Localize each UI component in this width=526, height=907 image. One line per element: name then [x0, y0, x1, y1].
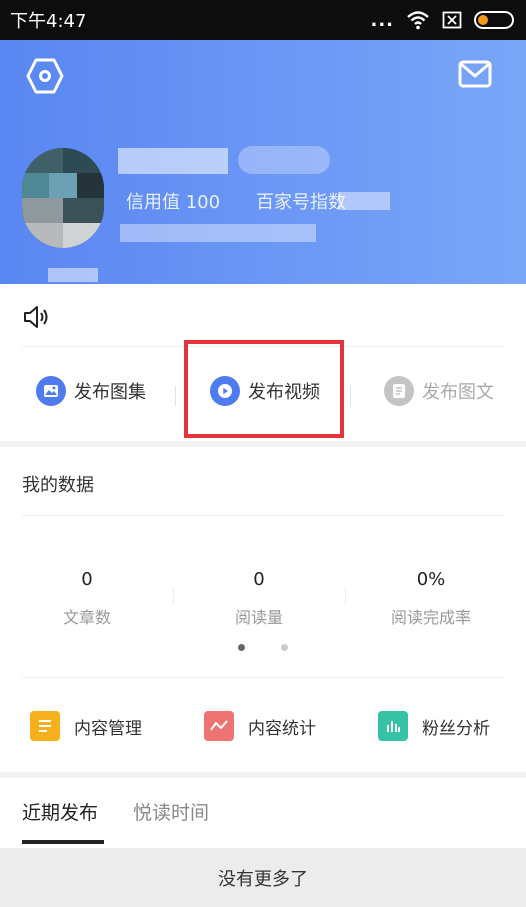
stat-articles[interactable]: 0 文章数	[2, 569, 172, 628]
page-indicator-active[interactable]	[238, 644, 245, 651]
fans-analysis-button[interactable]: 粉丝分析	[378, 711, 490, 741]
battery-icon	[474, 11, 514, 29]
content-stats-icon	[204, 711, 234, 741]
badge-blurred	[48, 268, 98, 282]
my-data-title: 我的数据	[22, 475, 94, 496]
mail-icon[interactable]	[458, 60, 492, 88]
content-management-button[interactable]: 内容管理	[30, 711, 142, 741]
status-bar: 下午4:47 ...	[0, 0, 526, 40]
publish-gallery-label: 发布图集	[74, 382, 146, 403]
separator	[350, 386, 351, 406]
fans-analysis-label: 粉丝分析	[422, 718, 490, 739]
speaker-icon[interactable]	[22, 304, 50, 330]
username-blurred	[118, 148, 228, 174]
content-management-label: 内容管理	[74, 718, 142, 739]
tab-recent-publish[interactable]: 近期发布	[22, 798, 98, 825]
stat-value: 0	[81, 569, 93, 590]
credit-score: 信用值 100	[126, 192, 221, 213]
fans-analysis-icon	[378, 711, 408, 741]
baijia-index[interactable]: 百家号指数	[256, 188, 346, 214]
no-sim-icon	[442, 11, 462, 29]
separator	[175, 386, 176, 406]
no-more-text: 没有更多了	[218, 868, 308, 890]
divider	[22, 515, 504, 516]
status-icons: ...	[370, 10, 514, 31]
content-stats-button[interactable]: 内容统计	[204, 711, 316, 741]
more-dots: ...	[370, 9, 394, 31]
no-more-footer: 没有更多了	[0, 848, 526, 907]
settings-hexagon-icon[interactable]	[26, 57, 64, 95]
image-icon	[36, 376, 66, 406]
wifi-icon	[407, 11, 429, 30]
stat-reads[interactable]: 0 阅读量	[174, 569, 344, 628]
publish-article-button[interactable]: 发布图文	[384, 376, 494, 406]
recent-card: 近期发布 悦读时间	[0, 778, 526, 848]
publish-gallery-button[interactable]: 发布图集	[36, 376, 146, 406]
divider	[22, 677, 504, 678]
baijia-value-blurred	[338, 192, 390, 210]
page-indicator[interactable]	[281, 644, 288, 651]
stat-label: 阅读完成率	[390, 608, 471, 627]
status-time: 下午4:47	[10, 11, 87, 32]
stat-value: 0	[253, 569, 265, 590]
content-stats-label: 内容统计	[248, 718, 316, 739]
stat-completion-rate[interactable]: 0% 阅读完成率	[346, 569, 516, 628]
intro-blurred	[120, 224, 316, 242]
stat-value: 0%	[416, 569, 446, 590]
tab-reading-time[interactable]: 悦读时间	[133, 798, 209, 825]
tab-underline	[22, 840, 104, 844]
stat-label: 文章数	[62, 608, 111, 627]
my-data-card: 我的数据 0 文章数 0 阅读量 0% 阅读完成率 内容管理 内容统计 粉丝分析	[0, 447, 526, 772]
level-tag-blurred	[238, 146, 330, 174]
highlight-box	[184, 340, 344, 438]
document-icon	[384, 376, 414, 406]
avatar[interactable]	[22, 148, 104, 248]
stat-label: 阅读量	[234, 608, 283, 627]
content-management-icon	[30, 711, 60, 741]
profile-header: 信用值 100 百家号指数	[0, 40, 526, 284]
publish-article-label: 发布图文	[422, 382, 494, 403]
